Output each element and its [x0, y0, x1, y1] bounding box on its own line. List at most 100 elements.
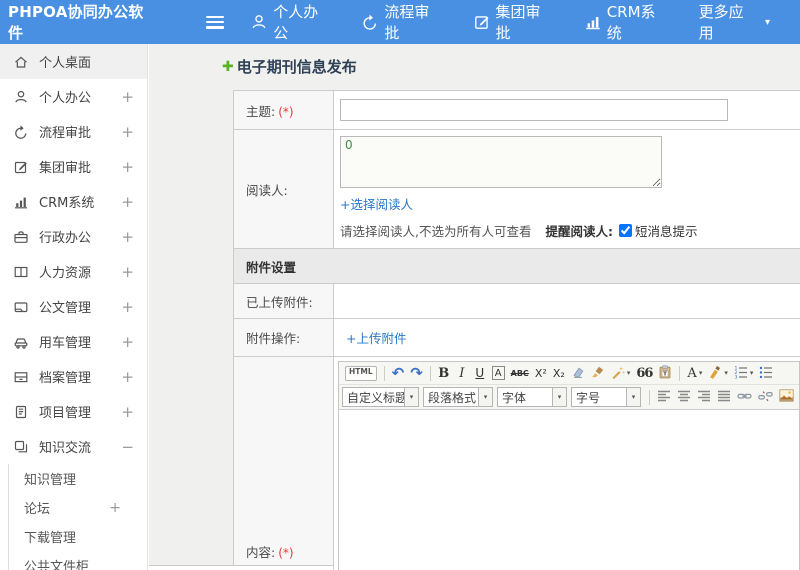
sidebar-item-archive-mgmt[interactable]: 档案管理 +: [0, 359, 147, 394]
align-right-button[interactable]: [695, 388, 713, 407]
heading-select[interactable]: 自定义标题 ▾: [342, 387, 419, 407]
sidebar-item-project-mgmt[interactable]: 项目管理 +: [0, 394, 147, 429]
font-family-select[interactable]: 字体 ▾: [497, 387, 567, 407]
italic-button[interactable]: I: [454, 364, 470, 383]
remove-link-button[interactable]: [756, 388, 775, 407]
superscript-button[interactable]: X²: [533, 364, 549, 383]
sidebar-item-label: 知识交流: [39, 441, 92, 456]
font-family-select-value: 字体: [502, 390, 527, 405]
sidebar-subitem-public-cabinet[interactable]: 公共文件柜: [9, 551, 147, 570]
magic-wand-icon: [611, 365, 625, 382]
insert-media-button[interactable]: [798, 388, 799, 407]
underline-button[interactable]: U: [472, 364, 488, 383]
sidebar-item-crm-system[interactable]: CRM系统 +: [0, 184, 147, 219]
auto-typeset-button[interactable]: ▾: [609, 364, 633, 383]
blockquote-button[interactable]: 66: [634, 364, 654, 383]
sidebar-item-knowledge-exchange[interactable]: 知识交流 −: [0, 429, 147, 464]
expand-icon[interactable]: +: [121, 123, 134, 141]
top-nav: 个人办公 流程审批 集团审批 CRM系统 更多应用 ▾: [250, 1, 800, 43]
highlight-color-button[interactable]: ▾: [706, 364, 730, 383]
sidebar-item-label: 流程审批: [39, 126, 92, 141]
ordered-list-button[interactable]: 1 2 3 ▾: [732, 364, 756, 383]
image-icon: [779, 389, 794, 405]
subscript-button[interactable]: X₂: [551, 364, 567, 383]
sidebar-subitem-download-mgmt[interactable]: 下载管理: [9, 522, 147, 551]
expand-icon[interactable]: +: [121, 263, 134, 281]
font-size-select[interactable]: 字号 ▾: [571, 387, 641, 407]
paragraph-select[interactable]: 段落格式 ▾: [423, 387, 493, 407]
upload-attachment-link[interactable]: +上传附件: [346, 331, 406, 346]
expand-icon[interactable]: +: [121, 88, 134, 106]
chart-icon: [584, 13, 602, 31]
sms-checkbox[interactable]: [618, 224, 632, 237]
eraser-icon: [571, 365, 585, 382]
eraser-button[interactable]: [569, 364, 587, 383]
sidebar-item-personal-desktop[interactable]: 个人桌面: [0, 44, 147, 79]
briefcase-icon: [13, 229, 29, 245]
redo-icon: ↷: [410, 364, 423, 382]
book-icon: [13, 264, 29, 280]
sidebar-item-personal-office[interactable]: 个人办公 +: [0, 79, 147, 114]
subscript-button-label: X₂: [552, 366, 565, 380]
nav-crm-system[interactable]: CRM系统: [584, 1, 669, 43]
uploaded-attachments-label: 已上传附件:: [246, 294, 313, 310]
select-readers-link[interactable]: +选择阅读人: [340, 197, 413, 212]
sidebar-item-label: 用车管理: [39, 336, 92, 351]
font-style-button-label: A: [491, 366, 505, 380]
format-brush-button[interactable]: [589, 364, 607, 383]
undo-button[interactable]: ↶: [390, 364, 407, 383]
nav-process-approval[interactable]: 流程审批: [361, 1, 442, 43]
expand-icon[interactable]: +: [121, 193, 134, 211]
subject-input[interactable]: [340, 99, 728, 121]
sidebar-item-vehicle-mgmt[interactable]: 用车管理 +: [0, 324, 147, 359]
expand-icon[interactable]: +: [121, 368, 134, 386]
sidebar-item-group-approval[interactable]: 集团审批 +: [0, 149, 147, 184]
expand-icon[interactable]: +: [121, 228, 134, 246]
align-right-icon: [697, 390, 711, 405]
sidebar-item-label: 公文管理: [39, 301, 92, 316]
sidebar: 个人桌面 个人办公 + 流程审批 + 集团审批 + CRM系统 + 行政办公 + 人力资源 + 公文管理 +…: [0, 44, 148, 570]
bold-button[interactable]: B: [436, 364, 452, 383]
editor-content-area[interactable]: [339, 410, 799, 570]
sidebar-item-process-approval[interactable]: 流程审批 +: [0, 114, 147, 149]
person-icon: [13, 89, 29, 105]
toolbar-separator: [383, 365, 385, 381]
html-source-button[interactable]: HTML: [343, 364, 379, 383]
readers-row: 阅读人: 0 +选择阅读人 请选择阅读人,不选为所有人可查看 提醒阅读人: 短消…: [233, 129, 800, 249]
align-left-button[interactable]: [655, 388, 673, 407]
font-style-button[interactable]: A: [490, 364, 507, 383]
font-color-button-label: A: [687, 365, 697, 381]
sidebar-item-document-mgmt[interactable]: 公文管理 +: [0, 289, 147, 324]
nav-more-apps[interactable]: 更多应用 ▾: [699, 1, 770, 43]
font-color-button[interactable]: A ▾: [685, 364, 704, 383]
font-size-select-value: 字号: [576, 390, 601, 405]
strikethrough-button[interactable]: ABC: [509, 364, 531, 383]
redo-button[interactable]: ↷: [408, 364, 425, 383]
underline-button-label: U: [475, 366, 485, 380]
nav-personal-office[interactable]: 个人办公: [250, 1, 331, 43]
sidebar-subitem-forum[interactable]: 论坛 +: [9, 493, 147, 522]
readers-label: 阅读人:: [246, 182, 288, 198]
readers-textarea[interactable]: 0: [340, 136, 662, 188]
align-justify-button[interactable]: [715, 388, 733, 407]
expand-icon[interactable]: +: [121, 333, 134, 351]
expand-icon[interactable]: +: [109, 500, 121, 516]
sidebar-subitem-knowledge-mgmt[interactable]: 知识管理: [9, 464, 147, 493]
align-center-button[interactable]: [675, 388, 693, 407]
paste-as-text-button[interactable]: T: [656, 364, 674, 383]
sidebar-item-human-resources[interactable]: 人力资源 +: [0, 254, 147, 289]
insert-link-button[interactable]: [735, 388, 754, 407]
sidebar-item-admin-office[interactable]: 行政办公 +: [0, 219, 147, 254]
attachment-actions-label: 附件操作:: [246, 331, 301, 346]
menu-toggle-icon[interactable]: [205, 15, 225, 29]
nav-group-approval[interactable]: 集团审批: [473, 1, 554, 43]
insert-image-button[interactable]: [777, 388, 796, 407]
expand-icon[interactable]: +: [121, 158, 134, 176]
expand-icon[interactable]: +: [121, 403, 134, 421]
expand-icon[interactable]: +: [121, 298, 134, 316]
chart-icon: [13, 194, 29, 210]
unordered-list-button[interactable]: [757, 364, 775, 383]
app-logo: PHPOA协同办公软件: [8, 3, 144, 42]
sidebar-item-label: 集团审批: [39, 161, 92, 176]
collapse-icon[interactable]: −: [121, 438, 134, 456]
